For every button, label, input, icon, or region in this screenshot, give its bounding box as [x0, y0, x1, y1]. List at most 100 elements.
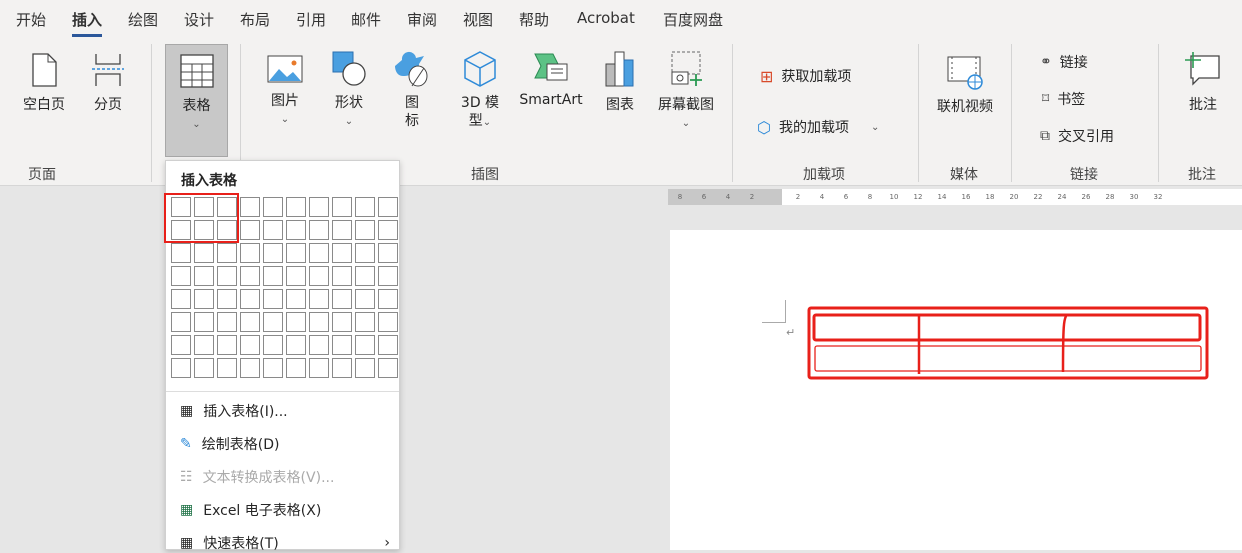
icons-button[interactable]: 图标	[394, 50, 430, 130]
tab-insert[interactable]: 插入	[72, 9, 103, 37]
tab-draw[interactable]: 绘图	[128, 9, 158, 30]
chart-button[interactable]: 图表	[600, 50, 640, 114]
menu-item-draw-table[interactable]: ✎ 绘制表格(D)	[180, 434, 279, 454]
table-grid-cell[interactable]	[263, 312, 283, 332]
bookmark-button[interactable]: ⌑ 书签	[1042, 89, 1085, 109]
tab-help[interactable]: 帮助	[519, 9, 549, 30]
page-break-button[interactable]: 分页	[86, 52, 130, 114]
table-grid-cell[interactable]	[240, 312, 260, 332]
link-button[interactable]: ⚭ 链接	[1040, 52, 1088, 72]
tab-review[interactable]: 审阅	[407, 9, 437, 30]
table-grid-cell[interactable]	[286, 266, 306, 286]
table-grid-cell[interactable]	[355, 220, 375, 240]
tab-layout[interactable]: 布局	[240, 9, 270, 30]
tab-acrobat[interactable]: Acrobat	[577, 9, 635, 27]
table-button[interactable]: 表格 ⌄	[165, 44, 228, 157]
table-grid-cell[interactable]	[217, 312, 237, 332]
table-grid-cell[interactable]	[355, 197, 375, 217]
table-grid-cell[interactable]	[309, 197, 329, 217]
table-grid-cell[interactable]	[332, 266, 352, 286]
table-grid-cell[interactable]	[355, 243, 375, 263]
table-grid-cell[interactable]	[332, 197, 352, 217]
tab-baidu[interactable]: 百度网盘	[663, 9, 723, 30]
document-page[interactable]: ↵	[670, 230, 1242, 550]
table-grid-cell[interactable]	[286, 197, 306, 217]
menu-item-quick-tables[interactable]: ▦ 快速表格(T) ›	[180, 533, 390, 553]
table-grid-cell[interactable]	[332, 335, 352, 355]
table-grid-cell[interactable]	[309, 220, 329, 240]
blank-page-button[interactable]: 空白页	[18, 52, 70, 114]
table-grid-cell[interactable]	[355, 312, 375, 332]
table-grid-cell[interactable]	[309, 266, 329, 286]
table-grid-cell[interactable]	[378, 289, 398, 309]
table-grid-cell[interactable]	[240, 266, 260, 286]
table-grid-cell[interactable]	[263, 358, 283, 378]
my-addins-button[interactable]: ⬡ 我的加载项 ⌄	[757, 117, 879, 137]
table-grid-cell[interactable]	[217, 335, 237, 355]
table-grid-cell[interactable]	[263, 243, 283, 263]
table-grid-cell[interactable]	[286, 358, 306, 378]
table-grid-cell[interactable]	[286, 243, 306, 263]
table-grid-cell[interactable]	[194, 312, 214, 332]
table-grid-cell[interactable]	[194, 266, 214, 286]
table-grid-cell[interactable]	[263, 335, 283, 355]
menu-item-excel-spreadsheet[interactable]: ▦ Excel 电子表格(X)	[180, 500, 321, 520]
table-grid-cell[interactable]	[332, 243, 352, 263]
table-grid-cell[interactable]	[286, 220, 306, 240]
table-grid-cell[interactable]	[378, 335, 398, 355]
table-grid-cell[interactable]	[355, 289, 375, 309]
table-grid-cell[interactable]	[240, 335, 260, 355]
tab-view[interactable]: 视图	[463, 9, 493, 30]
table-grid-cell[interactable]	[217, 266, 237, 286]
shapes-button[interactable]: 形状 ⌄	[328, 50, 370, 128]
table-grid-cell[interactable]	[309, 289, 329, 309]
table-grid-cell[interactable]	[240, 289, 260, 309]
table-grid-cell[interactable]	[217, 243, 237, 263]
table-grid-cell[interactable]	[171, 266, 191, 286]
table-grid-cell[interactable]	[171, 358, 191, 378]
table-grid-cell[interactable]	[332, 358, 352, 378]
table-grid-cell[interactable]	[263, 197, 283, 217]
menu-item-insert-table[interactable]: ▦ 插入表格(I)...	[180, 401, 288, 421]
cross-reference-button[interactable]: ⧉ 交叉引用	[1040, 126, 1114, 146]
table-grid-cell[interactable]	[309, 312, 329, 332]
table-grid-cell[interactable]	[171, 312, 191, 332]
pictures-button[interactable]: 图片 ⌄	[264, 54, 306, 126]
table-grid-cell[interactable]	[240, 358, 260, 378]
table-grid-cell[interactable]	[378, 266, 398, 286]
table-grid-cell[interactable]	[378, 358, 398, 378]
smartart-button[interactable]: SmartArt	[516, 50, 586, 108]
table-grid-cell[interactable]	[309, 358, 329, 378]
table-grid-cell[interactable]	[194, 243, 214, 263]
table-grid-cell[interactable]	[217, 289, 237, 309]
table-grid-cell[interactable]	[171, 335, 191, 355]
table-grid-cell[interactable]	[332, 312, 352, 332]
table-grid-cell[interactable]	[309, 243, 329, 263]
screenshot-button[interactable]: 屏幕截图 ⌄	[652, 50, 720, 130]
table-grid-cell[interactable]	[286, 289, 306, 309]
online-video-button[interactable]: 联机视频	[932, 54, 998, 116]
table-grid-cell[interactable]	[194, 358, 214, 378]
table-grid-cell[interactable]	[263, 220, 283, 240]
table-grid-cell[interactable]	[378, 197, 398, 217]
get-addins-button[interactable]: ⊞ 获取加载项	[760, 66, 851, 86]
table-grid-cell[interactable]	[309, 335, 329, 355]
3d-models-button[interactable]: 3D 模型⌄	[455, 50, 505, 130]
tab-home[interactable]: 开始	[16, 9, 46, 30]
table-grid-cell[interactable]	[171, 243, 191, 263]
table-grid-cell[interactable]	[378, 220, 398, 240]
table-grid-cell[interactable]	[217, 358, 237, 378]
table-grid-cell[interactable]	[194, 289, 214, 309]
table-grid-cell[interactable]	[263, 266, 283, 286]
table-grid-cell[interactable]	[194, 335, 214, 355]
table-grid-cell[interactable]	[332, 220, 352, 240]
horizontal-ruler[interactable]: 8 6 4 2 2 4 6 8 10 12 14 16 18 20 22 24 26 28 30 32	[668, 189, 1242, 205]
table-grid-cell[interactable]	[286, 335, 306, 355]
table-grid-cell[interactable]	[240, 220, 260, 240]
table-grid-cell[interactable]	[240, 243, 260, 263]
table-grid-cell[interactable]	[263, 289, 283, 309]
table-grid-cell[interactable]	[378, 243, 398, 263]
comment-button[interactable]: 批注	[1180, 52, 1226, 114]
table-grid-cell[interactable]	[355, 335, 375, 355]
tab-references[interactable]: 引用	[296, 9, 326, 30]
